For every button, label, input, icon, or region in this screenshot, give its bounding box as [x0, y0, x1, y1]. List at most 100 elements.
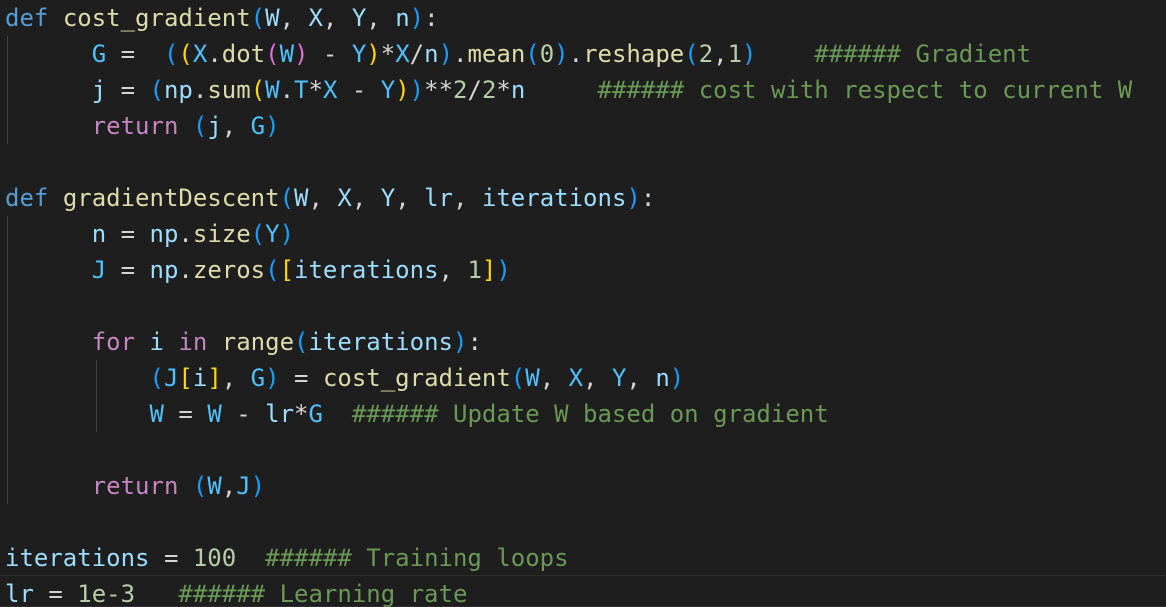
code-token-number: 1 [727, 40, 743, 68]
code-line[interactable]: n = np.size(Y) [5, 216, 294, 252]
code-token-bracket-3: ( [192, 472, 208, 500]
code-token-function: cost_gradient [322, 364, 511, 392]
code-token-operator [178, 472, 192, 500]
code-token-constant: X [395, 40, 410, 68]
code-token-function: sum [207, 76, 251, 104]
code-token-bracket-3: ( [510, 364, 526, 392]
code-token-bracket-3: ( [163, 40, 179, 68]
code-token-operator: = [106, 40, 164, 68]
code-token-comment: ###### cost with respect to current W [597, 76, 1133, 104]
code-token-constant: X [192, 40, 208, 68]
code-token-variable: n [655, 364, 670, 392]
code-token-constant: X [322, 76, 338, 104]
code-token-operator [323, 400, 352, 428]
code-token-bracket-1: ) [366, 40, 381, 68]
code-line[interactable]: W = W - lr*G ###### Update W based on gr… [5, 396, 829, 432]
code-line[interactable]: def gradientDescent(W, X, Y, lr, iterati… [5, 180, 655, 216]
code-token-operator: : [467, 328, 482, 356]
code-token-operator: = [279, 364, 323, 392]
code-token-operator [164, 328, 178, 356]
code-token-operator: , [539, 364, 569, 392]
code-token-function: gradientDescent [62, 184, 280, 212]
code-token-keyword-control: return [91, 472, 179, 500]
code-token-bracket-3: ) [742, 40, 757, 68]
code-token-operator [5, 472, 92, 500]
code-token-variable: iterations [294, 256, 439, 284]
code-token-bracket-1: ] [207, 364, 222, 392]
code-token-bracket-3: ( [279, 184, 295, 212]
code-line[interactable]: (J[i], G) = cost_gradient(W, X, Y, n) [5, 360, 685, 396]
code-token-constant: G [308, 400, 323, 428]
code-line[interactable]: for i in range(iterations): [5, 324, 482, 360]
code-token-operator: , [322, 4, 352, 32]
code-token-keyword-def: def [5, 4, 49, 32]
code-token-variable: i [192, 364, 208, 392]
code-token-bracket-1: ( [250, 76, 266, 104]
code-token-operator [5, 400, 150, 428]
code-token-number: 1 [467, 256, 482, 284]
code-token-constant: Y [380, 76, 396, 104]
code-token-operator [5, 112, 92, 140]
code-token-bracket-3: ) [452, 328, 468, 356]
code-token-parameter: X [337, 184, 352, 212]
code-token-operator: = [33, 580, 78, 607]
code-token-constant: G [250, 364, 266, 392]
code-token-operator [135, 328, 149, 356]
code-line[interactable]: iterations = 100 ###### Training loops [5, 540, 569, 576]
code-line[interactable]: j = (np.sum(W.T*X - Y))**2/2*n ###### co… [5, 72, 1132, 108]
code-token-number: 2 [453, 76, 468, 104]
code-token-variable: np [149, 256, 179, 284]
code-token-parameter: iterations [481, 184, 627, 212]
code-token-bracket-3: ) [626, 184, 641, 212]
code-token-constant: W [279, 40, 295, 68]
code-token-variable: n [510, 76, 526, 104]
code-token-operator: , [395, 184, 425, 212]
code-token-bracket-1: [ [279, 256, 295, 284]
code-token-variable: i [149, 328, 164, 356]
code-line[interactable]: J = np.zeros([iterations, 1]) [5, 252, 511, 288]
code-token-parameter: W [265, 4, 280, 32]
code-token-constant: T [294, 76, 309, 104]
code-token-operator: . [178, 220, 193, 248]
code-token-operator: , [438, 256, 468, 284]
code-token-operator [236, 544, 265, 572]
code-line[interactable]: def cost_gradient(W, X, Y, n): [5, 0, 439, 36]
code-token-constant: G [91, 40, 107, 68]
code-token-bracket-3: ) [265, 112, 280, 140]
code-token-bracket-3: ) [496, 256, 511, 284]
code-token-parameter: W [294, 184, 309, 212]
code-token-keyword-control: in [178, 328, 208, 356]
code-token-bracket-3: ( [684, 40, 699, 68]
code-token-constant: J [236, 472, 251, 500]
code-token-operator [178, 112, 192, 140]
code-token-constant: W [207, 472, 222, 500]
code-token-parameter: Y [380, 184, 396, 212]
code-token-bracket-3: ( [192, 112, 208, 140]
code-line[interactable]: return (j, G) [5, 108, 280, 144]
code-token-bracket-3: ( [250, 220, 266, 248]
code-token-operator [757, 40, 815, 68]
code-token-keyword-def: def [5, 184, 49, 212]
code-token-function: zeros [192, 256, 266, 284]
code-token-operator [48, 4, 62, 32]
code-token-constant: J [91, 256, 107, 284]
code-token-operator: , [279, 4, 309, 32]
code-token-operator: , [583, 364, 612, 392]
code-token-function: cost_gradient [62, 4, 251, 32]
code-token-bracket-3: ) [409, 4, 425, 32]
code-token-function: reshape [583, 40, 685, 68]
code-token-operator: , [221, 364, 251, 392]
code-token-bracket-3: ) [438, 40, 454, 68]
code-token-bracket-3: ( [525, 40, 540, 68]
code-token-operator: . [568, 40, 584, 68]
code-line[interactable]: G = ((X.dot(W) - Y)*X/n).mean(0).reshape… [5, 36, 1031, 72]
code-token-operator: . [279, 76, 295, 104]
code-line[interactable]: return (W,J) [5, 468, 265, 504]
code-token-variable: n [91, 220, 107, 248]
code-token-bracket-1: ] [481, 256, 497, 284]
code-token-keyword-control: return [91, 112, 179, 140]
code-editor[interactable]: def cost_gradient(W, X, Y, n): G = ((X.d… [0, 0, 1166, 607]
code-line[interactable]: lr = 1e-3 ###### Learning rate [5, 576, 467, 607]
code-token-operator: = [106, 76, 150, 104]
code-token-bracket-3: ) [279, 220, 295, 248]
